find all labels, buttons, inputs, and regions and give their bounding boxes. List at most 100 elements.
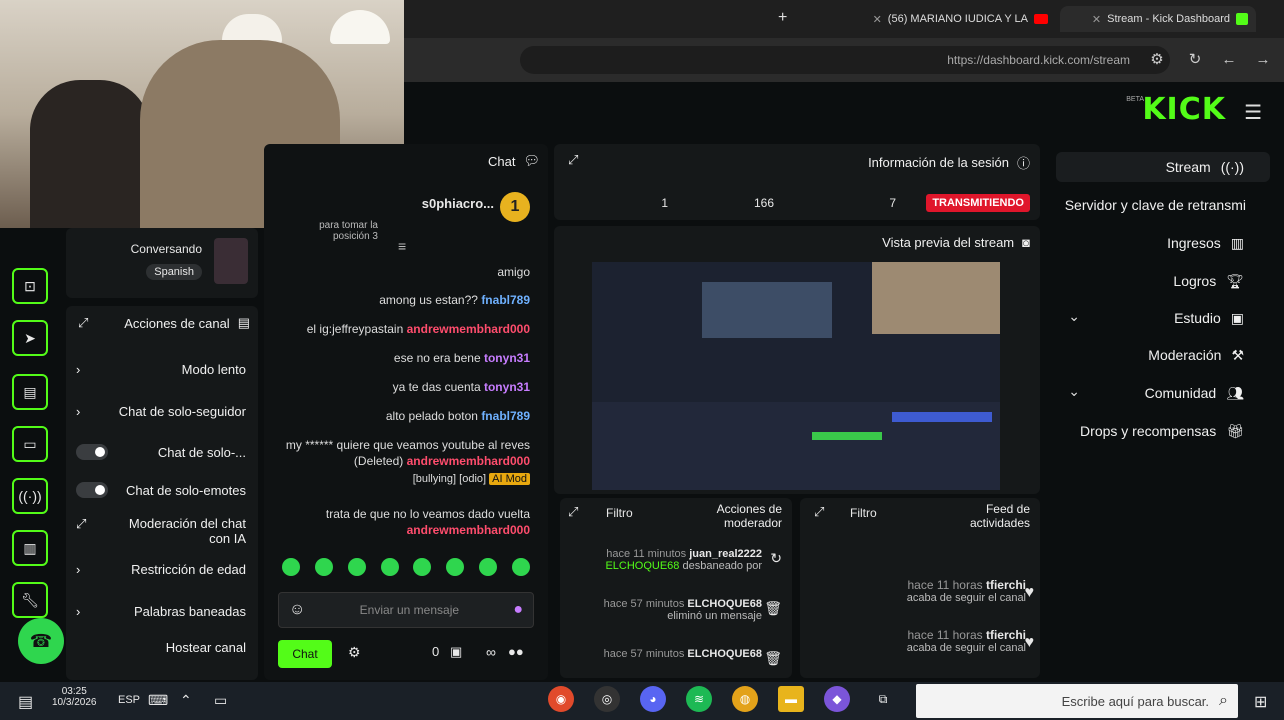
close-tab-icon[interactable]: ✕ — [1092, 13, 1101, 26]
task-view-icon[interactable]: ⧉ — [870, 686, 896, 712]
message-user[interactable]: andrewmembhard000 — [407, 322, 530, 336]
mic-icon[interactable]: ● — [513, 601, 523, 619]
toggle-switch[interactable] — [76, 482, 108, 498]
channel-action-row[interactable]: Chat de solo-... — [76, 444, 246, 460]
channel-action-row[interactable]: › Chat de solo-seguidor — [76, 404, 246, 419]
channel-action-row[interactable]: Chat de solo-emotes — [76, 482, 246, 498]
emote-icon[interactable] — [347, 558, 366, 576]
message-user[interactable]: fnabl789 — [481, 293, 530, 307]
sidebar-item-comunidad[interactable]: Comunidad 👥︎ — [1145, 378, 1244, 408]
item-user[interactable]: tfierchi — [986, 628, 1026, 642]
users-icon[interactable]: ●● — [508, 644, 524, 659]
sidebar-item-stream[interactable]: Stream ((·)) — [1056, 152, 1270, 182]
clock[interactable]: 03:25 10/3/2026 — [52, 686, 97, 708]
settings-icon[interactable]: ⚙ — [348, 644, 361, 661]
panel-header: Vista previa del stream ◙ — [882, 235, 1030, 250]
message-user[interactable]: tonyn31 — [484, 380, 530, 394]
taskbar-search[interactable]: Escribe aquí para buscar. ⌕ — [916, 684, 1238, 718]
notification-icon[interactable]: ▤ — [18, 692, 33, 712]
new-tab-button[interactable]: + — [778, 9, 787, 27]
app-icon[interactable]: ◉ — [548, 686, 574, 712]
toggle-switch[interactable] — [76, 444, 108, 460]
layout-icon[interactable]: ▥ — [12, 530, 48, 566]
menu-icon[interactable]: ☰ — [1244, 100, 1262, 125]
reload-icon[interactable]: ↻ — [1186, 51, 1204, 69]
item-user[interactable]: juan_real2222 — [689, 548, 762, 560]
tab-youtube[interactable]: ✕ (56) MARIANO IUDICA Y LA — [836, 6, 1056, 32]
expand-icon[interactable]: ⤢ — [568, 504, 578, 520]
kick-logo[interactable]: KICK — [1142, 92, 1226, 127]
item-mod[interactable]: ELCHOQUE68 — [605, 560, 679, 572]
channel-action-row[interactable]: ⤢ Moderación del chat con IA — [76, 516, 246, 546]
send-chat-button[interactable]: Chat — [278, 640, 332, 668]
stream-preview-video[interactable] — [592, 262, 1000, 490]
chevron-up-icon[interactable]: ⌃ — [180, 692, 192, 709]
screenshot-icon[interactable]: ⊡ — [12, 268, 48, 304]
mod-action-item: hace 57 minutos ELCHOQUE68 eliminó un me… — [562, 598, 762, 622]
link-icon[interactable]: ∞ — [486, 644, 496, 660]
message-user[interactable]: andrewmembhard000 — [407, 523, 530, 537]
expand-icon[interactable]: ⤢ — [814, 504, 824, 520]
emote-icon[interactable] — [413, 558, 432, 576]
display-icon[interactable]: ▭ — [214, 692, 227, 709]
message-user[interactable]: tonyn31 — [484, 351, 530, 365]
chat-input[interactable]: ☺ Enviar un mensaje ● — [278, 592, 534, 628]
language-indicator[interactable]: ESP — [118, 694, 140, 706]
windows-start-icon[interactable]: ⊞ — [1254, 692, 1267, 712]
channel-action-row[interactable]: › Restricción de edad — [76, 562, 246, 577]
pointer-icon[interactable]: ➤ — [12, 320, 48, 356]
document-icon[interactable]: ▤ — [12, 374, 48, 410]
filter-button[interactable]: Filtro — [850, 506, 877, 520]
sidebar-item-moderacion[interactable]: Moderación ⚒ — [1148, 340, 1244, 370]
item-user[interactable]: tfierchi — [986, 578, 1026, 592]
pin-icon[interactable]: ≡ — [398, 238, 406, 254]
keyboard-icon[interactable]: ⌨ — [148, 692, 168, 709]
item-user[interactable]: ELCHOQUE68 — [687, 648, 762, 660]
site-settings-icon[interactable]: ⚙ — [1148, 51, 1166, 69]
emote-icon[interactable] — [446, 558, 465, 576]
chat-icon[interactable]: ▭ — [12, 426, 48, 462]
support-icon[interactable]: ☎ — [18, 618, 64, 664]
expand-icon[interactable]: ⤢ — [78, 315, 88, 331]
emote-icon[interactable] — [511, 558, 530, 576]
tab-kick-dashboard[interactable]: ✕ Stream - Kick Dashboard — [1060, 6, 1256, 32]
sidebar-item-drops[interactable]: Drops y recompensas 🎁︎ — [1080, 416, 1244, 446]
sidebar-item-ingresos[interactable]: Ingresos ▥ — [1167, 228, 1244, 258]
folder-icon[interactable]: ▬ — [778, 686, 804, 712]
message-user[interactable]: andrewmembhard000 — [407, 454, 530, 468]
channel-action-row[interactable]: › Modo lento — [76, 362, 246, 377]
sidebar-item-logros[interactable]: Logros 🏆︎ — [1173, 266, 1244, 296]
pinned-user[interactable]: s0phiacro... — [422, 196, 494, 211]
item-time: hace 11 horas — [907, 628, 983, 642]
emote-icon[interactable] — [380, 558, 399, 576]
clock-time: 03:25 — [61, 686, 87, 697]
channel-action-row[interactable]: › Palabras baneadas — [76, 604, 246, 619]
emote-icon[interactable] — [282, 558, 300, 576]
filter-button[interactable]: Filtro — [606, 506, 633, 520]
sidebar-item-server-key[interactable]: Servidor y clave de retransmi — [1065, 190, 1246, 220]
chevron-down-icon[interactable]: ⌄ — [1068, 383, 1080, 400]
sidebar-item-estudio[interactable]: Estudio ▣ — [1174, 303, 1244, 333]
item-user[interactable]: ELCHOQUE68 — [687, 598, 762, 610]
back-icon[interactable]: → — [1254, 51, 1272, 69]
close-tab-icon[interactable]: ✕ — [873, 13, 882, 26]
app-icon[interactable]: ◆ — [824, 686, 850, 712]
url-field[interactable]: https://dashboard.kick.com/stream — [520, 46, 1170, 74]
discord-icon[interactable]: ◕ — [640, 686, 666, 712]
obs-icon[interactable]: ◎ — [594, 686, 620, 712]
row-label: Hostear canal — [165, 640, 246, 655]
chevron-down-icon[interactable]: ⌄ — [1068, 308, 1080, 325]
wrench-icon[interactable]: 🔧︎ — [12, 582, 48, 618]
emote-icon[interactable] — [479, 558, 498, 576]
message-user[interactable]: fnabl789 — [481, 409, 530, 423]
broadcast-icon[interactable]: ((·)) — [12, 478, 48, 514]
spotify-icon[interactable]: ≋ — [686, 686, 712, 712]
expand-icon[interactable]: ⤢ — [568, 152, 578, 168]
chrome-icon[interactable]: ◍ — [732, 686, 758, 712]
forward-icon[interactable]: ← — [1220, 51, 1238, 69]
emote-icon[interactable] — [314, 558, 333, 576]
gift-icon[interactable]: ▣ — [450, 644, 462, 660]
trash-icon: 🗑︎ — [764, 650, 782, 666]
channel-action-row[interactable]: Hostear canal — [76, 640, 246, 655]
emoji-icon[interactable]: ☺ — [289, 601, 305, 619]
